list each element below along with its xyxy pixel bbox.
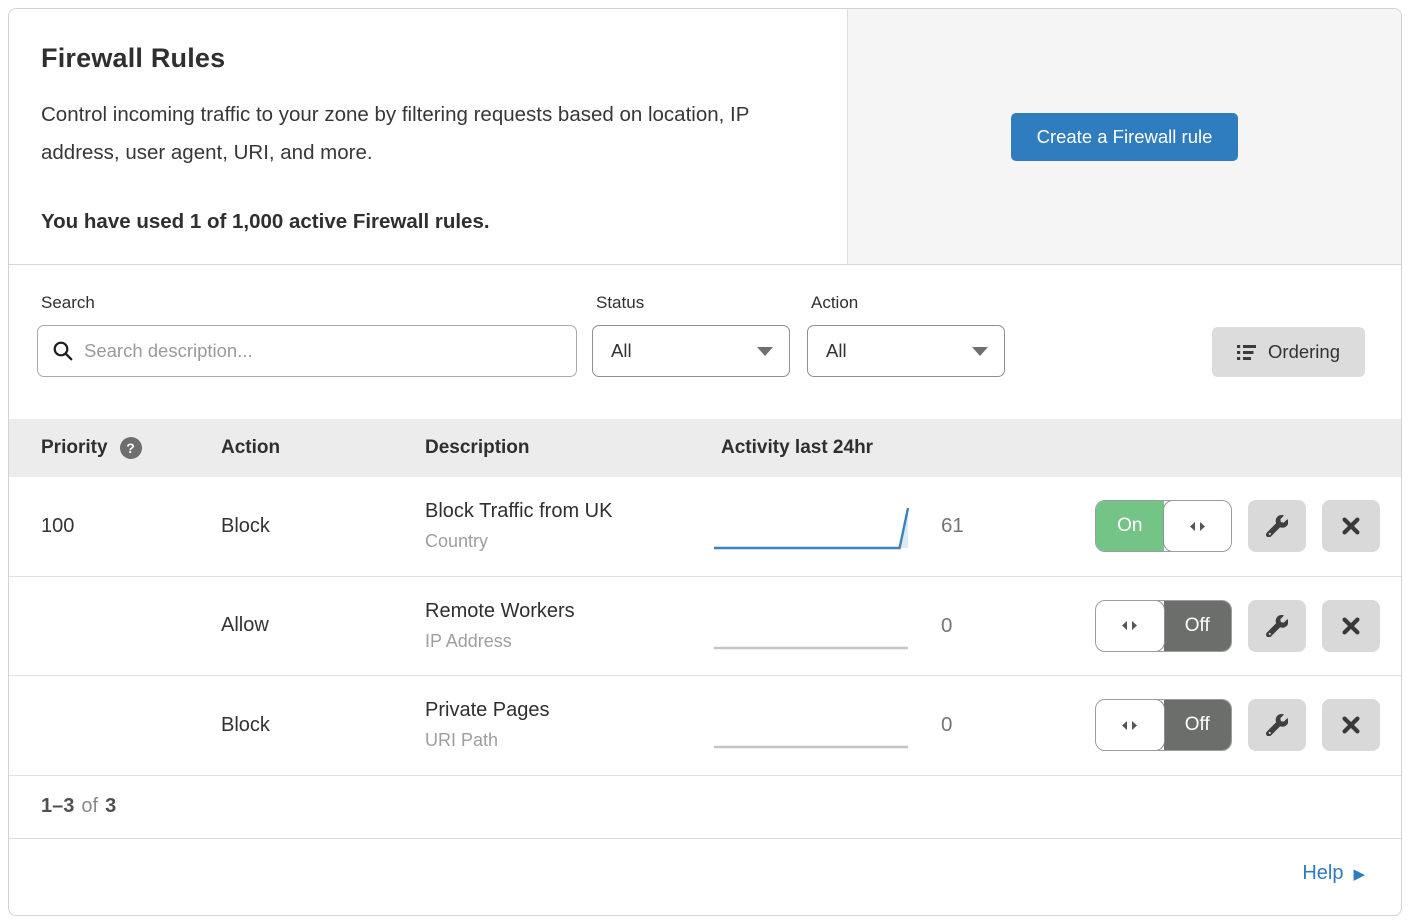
edit-rule-button[interactable]	[1248, 500, 1306, 552]
toggle-handle[interactable]	[1095, 699, 1165, 751]
create-firewall-rule-button[interactable]: Create a Firewall rule	[1011, 113, 1239, 161]
priority-value: 100	[41, 515, 221, 538]
action-selected-value: All	[826, 340, 847, 362]
row-controls: On	[1095, 500, 1401, 552]
arrow-right-icon: ▶	[1353, 865, 1365, 883]
toggle-state-label: Off	[1164, 601, 1232, 651]
ordering-list-icon	[1237, 343, 1256, 362]
close-icon	[1340, 615, 1362, 637]
help-link[interactable]: Help ▶	[1302, 862, 1365, 885]
chevron-down-icon	[757, 347, 773, 356]
rule-enabled-toggle[interactable]: Off	[1095, 699, 1232, 751]
rule-match-type: Country	[425, 531, 711, 552]
activity-cell: 0	[711, 598, 1095, 654]
table-row: Allow Remote Workers IP Address 0 Off	[9, 577, 1401, 677]
rule-description: Private Pages URI Path	[425, 699, 711, 751]
priority-help-icon[interactable]: ?	[120, 437, 142, 459]
drag-arrows-icon	[1122, 720, 1137, 731]
delete-rule-button[interactable]	[1322, 600, 1380, 652]
usage-summary: You have used 1 of 1,000 active Firewall…	[41, 210, 815, 234]
rule-action: Block	[221, 714, 425, 737]
drag-arrows-icon	[1190, 521, 1205, 532]
row-controls: Off	[1095, 600, 1401, 652]
header-section: Firewall Rules Control incoming traffic …	[9, 9, 1401, 265]
rule-description: Block Traffic from UK Country	[425, 500, 711, 552]
filter-bar: Search Status All Action All	[9, 265, 1401, 419]
action-label: Action	[811, 293, 1005, 313]
activity-count: 0	[941, 614, 952, 638]
rule-match-type: URI Path	[425, 730, 711, 751]
toggle-state-label: Off	[1164, 700, 1232, 750]
activity-sparkline	[711, 598, 911, 654]
table-header: Priority ? Action Description Activity l…	[9, 419, 1401, 477]
search-box[interactable]	[37, 325, 577, 377]
activity-sparkline	[711, 697, 911, 753]
header-action-panel: Create a Firewall rule	[847, 9, 1401, 264]
toggle-state-label: On	[1096, 501, 1164, 551]
column-header-activity: Activity last 24hr	[711, 437, 1095, 459]
column-header-action: Action	[221, 437, 425, 459]
search-input[interactable]	[84, 340, 562, 362]
pagination-of: of	[81, 795, 98, 818]
pagination-bar: 1–3 of 3	[9, 776, 1401, 839]
activity-sparkline	[711, 498, 911, 554]
rule-name: Block Traffic from UK	[425, 500, 711, 523]
activity-count: 0	[941, 713, 952, 737]
rule-name: Remote Workers	[425, 600, 711, 623]
column-header-description: Description	[425, 437, 711, 459]
ordering-button-label: Ordering	[1268, 341, 1340, 363]
search-label: Search	[41, 293, 577, 313]
table-row: 100 Block Block Traffic from UK Country …	[9, 477, 1401, 577]
activity-cell: 0	[711, 697, 1095, 753]
edit-rule-button[interactable]	[1248, 600, 1306, 652]
status-label: Status	[596, 293, 790, 313]
pagination-range: 1–3	[41, 795, 74, 818]
page-description: Control incoming traffic to your zone by…	[41, 96, 811, 172]
ordering-button[interactable]: Ordering	[1212, 327, 1365, 377]
search-field-group: Search	[37, 293, 577, 377]
rule-enabled-toggle[interactable]: Off	[1095, 600, 1232, 652]
toggle-handle[interactable]	[1163, 500, 1233, 552]
help-bar: Help ▶	[9, 839, 1401, 909]
status-field-group: Status All	[592, 293, 790, 377]
chevron-down-icon	[972, 347, 988, 356]
rule-enabled-toggle[interactable]: On	[1095, 500, 1232, 552]
delete-rule-button[interactable]	[1322, 500, 1380, 552]
close-icon	[1340, 714, 1362, 736]
search-icon	[52, 340, 74, 362]
column-header-priority: Priority ?	[41, 437, 221, 459]
table-row: Block Private Pages URI Path 0 Off	[9, 676, 1401, 776]
delete-rule-button[interactable]	[1322, 699, 1380, 751]
close-icon	[1340, 515, 1362, 537]
activity-cell: 61	[711, 498, 1095, 554]
row-controls: Off	[1095, 699, 1401, 751]
firewall-rules-card: Firewall Rules Control incoming traffic …	[8, 8, 1402, 916]
rule-action: Allow	[221, 614, 425, 637]
page-title: Firewall Rules	[41, 43, 815, 74]
status-selected-value: All	[611, 340, 632, 362]
wrench-icon	[1266, 615, 1288, 637]
pagination-total: 3	[105, 795, 116, 818]
wrench-icon	[1266, 714, 1288, 736]
edit-rule-button[interactable]	[1248, 699, 1306, 751]
drag-arrows-icon	[1122, 620, 1137, 631]
rule-action: Block	[221, 515, 425, 538]
rule-description: Remote Workers IP Address	[425, 600, 711, 652]
wrench-icon	[1266, 515, 1288, 537]
toggle-handle[interactable]	[1095, 600, 1165, 652]
activity-count: 61	[941, 514, 964, 538]
action-field-group: Action All	[807, 293, 1005, 377]
status-select[interactable]: All	[592, 325, 790, 377]
rule-match-type: IP Address	[425, 631, 711, 652]
help-label: Help	[1302, 862, 1343, 885]
action-select[interactable]: All	[807, 325, 1005, 377]
header-text-block: Firewall Rules Control incoming traffic …	[9, 9, 847, 264]
rule-name: Private Pages	[425, 699, 711, 722]
